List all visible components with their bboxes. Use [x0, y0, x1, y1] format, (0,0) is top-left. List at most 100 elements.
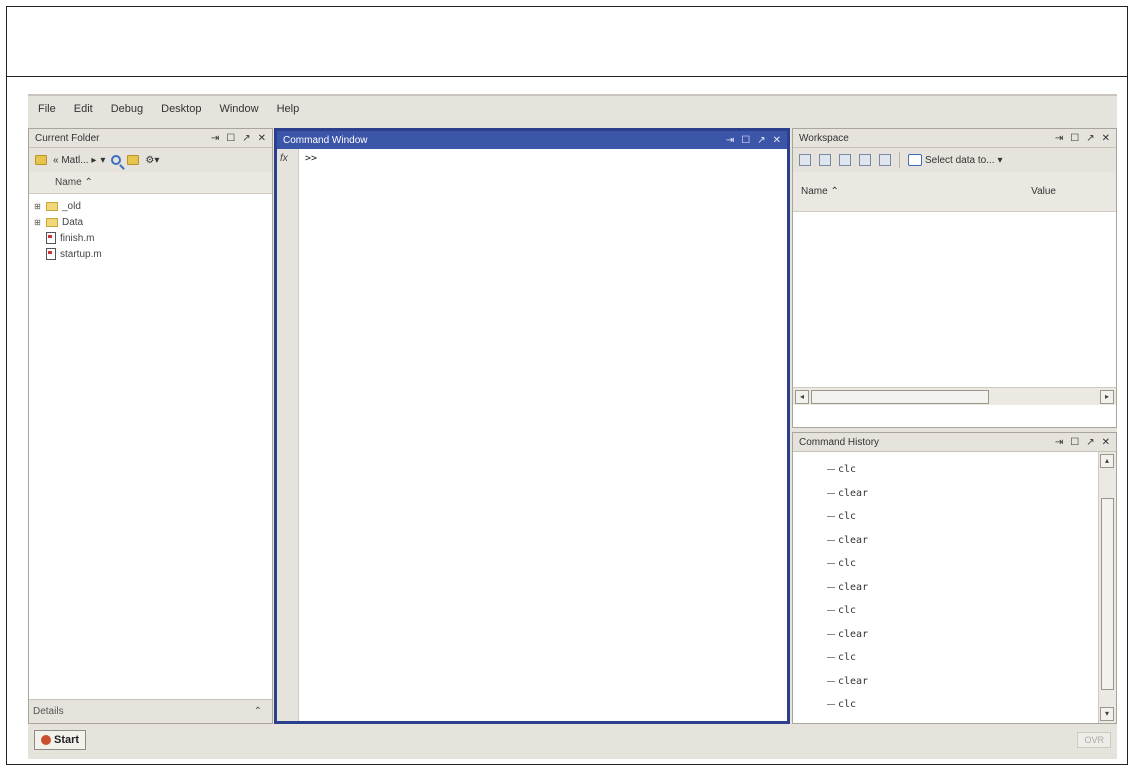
- close-icon[interactable]: ✕: [1102, 133, 1110, 144]
- maximize-icon[interactable]: ☐: [1070, 437, 1079, 448]
- ovr-indicator: OVR: [1077, 732, 1111, 748]
- close-icon[interactable]: ✕: [258, 133, 266, 144]
- browse-folder-icon[interactable]: [127, 155, 140, 165]
- maximize-icon[interactable]: ☐: [226, 133, 235, 144]
- new-variable-icon[interactable]: [799, 154, 811, 166]
- delete-icon[interactable]: [879, 154, 891, 166]
- menu-edit[interactable]: Edit: [72, 102, 95, 116]
- menu-desktop[interactable]: Desktop: [159, 102, 203, 116]
- history-entry[interactable]: clc: [827, 552, 1098, 576]
- pin-icon[interactable]: ↗: [242, 133, 250, 144]
- scroll-thumb[interactable]: [811, 389, 989, 404]
- pin-icon[interactable]: ↗: [1086, 437, 1094, 448]
- select-data-dropdown[interactable]: Select data to... ▾: [908, 154, 1003, 166]
- details-label: Details: [33, 706, 64, 717]
- expand-icon[interactable]: ⊞: [33, 202, 42, 211]
- folder-path-dropdown[interactable]: « Matl... ▸ ▾: [53, 155, 105, 166]
- maximize-icon[interactable]: ☐: [1070, 133, 1079, 144]
- command-window-title: Command Window: [283, 134, 368, 146]
- undock-icon[interactable]: ⇥: [211, 133, 219, 144]
- history-entry[interactable]: clear: [827, 670, 1098, 694]
- history-entry[interactable]: clc: [827, 458, 1098, 482]
- command-history-titlebar: Command History ⇥ ☐ ↗ ✕: [793, 433, 1116, 452]
- start-button[interactable]: Start: [34, 730, 87, 750]
- workspace-controls: ⇥ ☐ ↗ ✕: [1055, 133, 1110, 144]
- undock-icon[interactable]: ⇥: [1055, 133, 1063, 144]
- list-item[interactable]: ⊞ _old: [33, 198, 268, 214]
- open-variable-icon[interactable]: [819, 154, 831, 166]
- history-entry[interactable]: clear: [827, 529, 1098, 553]
- m-file-icon: [46, 248, 56, 260]
- command-window-panel: Command Window ⇥ ☐ ↗ ✕ fx >>: [274, 128, 790, 724]
- scroll-down-icon[interactable]: ▾: [1100, 707, 1114, 721]
- command-history-title: Command History: [799, 436, 880, 448]
- history-entry[interactable]: clc: [827, 646, 1098, 670]
- gear-icon[interactable]: ⚙▾: [145, 155, 159, 166]
- history-entry[interactable]: clc: [827, 505, 1098, 529]
- details-bar[interactable]: Details ⌃: [29, 699, 272, 723]
- toolbar-separator: [899, 152, 900, 168]
- history-entry[interactable]: clc: [827, 599, 1098, 623]
- print-icon[interactable]: [859, 154, 871, 166]
- command-window-body[interactable]: fx >>: [277, 149, 787, 721]
- select-data-label: Select data to...: [925, 154, 995, 166]
- item-label: startup.m: [60, 248, 102, 260]
- name-column-label: Name ⌃: [55, 177, 93, 188]
- item-label: _old: [62, 200, 81, 212]
- history-entry[interactable]: clear: [827, 623, 1098, 647]
- current-folder-titlebar: Current Folder ⇥ ☐ ↗ ✕: [29, 129, 272, 148]
- scroll-track[interactable]: [809, 389, 1100, 404]
- status-bar: Start OVR: [28, 726, 1117, 754]
- history-entry[interactable]: clc: [827, 693, 1098, 717]
- save-icon[interactable]: [839, 154, 851, 166]
- undock-icon[interactable]: ⇥: [726, 135, 734, 146]
- undock-icon[interactable]: ⇥: [1055, 437, 1063, 448]
- current-folder-column-header[interactable]: Name ⌃: [29, 172, 272, 194]
- name-column-header[interactable]: Name ⌃: [801, 186, 839, 197]
- menu-file[interactable]: File: [36, 102, 58, 116]
- list-item[interactable]: finish.m: [33, 230, 268, 246]
- folder-icon[interactable]: [35, 155, 47, 165]
- close-icon[interactable]: ✕: [773, 135, 781, 146]
- scroll-right-icon[interactable]: ▸: [1100, 389, 1114, 404]
- workspace-horizontal-scrollbar[interactable]: ◂ ▸: [793, 387, 1116, 405]
- chevron-down-icon: ▾: [997, 154, 1003, 166]
- start-label: Start: [54, 734, 80, 746]
- item-label: finish.m: [60, 232, 95, 244]
- current-folder-panel: Current Folder ⇥ ☐ ↗ ✕ « Matl... ▸ ▾ ⚙▾ …: [28, 128, 273, 724]
- item-label: Data: [62, 216, 84, 228]
- list-item[interactable]: ⊞ Data: [33, 214, 268, 230]
- top-band: [7, 7, 1127, 77]
- menu-window[interactable]: Window: [217, 102, 260, 116]
- close-icon[interactable]: ✕: [1102, 437, 1110, 448]
- command-window-titlebar: Command Window ⇥ ☐ ↗ ✕: [277, 131, 787, 149]
- chevron-up-icon[interactable]: ⌃: [254, 706, 262, 717]
- pin-icon[interactable]: ↗: [1086, 133, 1094, 144]
- scroll-left-icon[interactable]: ◂: [795, 389, 809, 404]
- current-folder-toolbar: « Matl... ▸ ▾ ⚙▾: [29, 148, 272, 172]
- fx-icon[interactable]: fx: [277, 149, 299, 721]
- scroll-up-icon[interactable]: ▴: [1100, 454, 1114, 468]
- folder-icon: [46, 201, 58, 211]
- search-icon[interactable]: [111, 155, 122, 165]
- value-column-header[interactable]: Value: [1031, 186, 1056, 197]
- list-item[interactable]: startup.m: [33, 246, 268, 262]
- menu-debug[interactable]: Debug: [109, 102, 145, 116]
- command-history-vertical-scrollbar[interactable]: ▴ ▾: [1098, 452, 1116, 723]
- workspace-title: Workspace: [799, 132, 849, 144]
- current-folder-title: Current Folder: [35, 132, 100, 144]
- pin-icon[interactable]: ↗: [757, 135, 765, 146]
- current-folder-controls: ⇥ ☐ ↗ ✕: [211, 133, 266, 144]
- command-prompt[interactable]: >>: [299, 149, 323, 721]
- history-entry[interactable]: clear: [827, 482, 1098, 506]
- expand-icon[interactable]: ⊞: [33, 218, 42, 227]
- history-entry[interactable]: clear: [827, 576, 1098, 600]
- command-history-controls: ⇥ ☐ ↗ ✕: [1055, 437, 1110, 448]
- maximize-icon[interactable]: ☐: [741, 135, 750, 146]
- workspace-variable-list[interactable]: [793, 212, 1116, 387]
- scroll-thumb[interactable]: [1101, 498, 1114, 690]
- workspace-column-header: Name ⌃ Value: [793, 172, 1116, 212]
- menu-bar: File Edit Debug Desktop Window Help: [28, 96, 1117, 122]
- menu-help[interactable]: Help: [275, 102, 302, 116]
